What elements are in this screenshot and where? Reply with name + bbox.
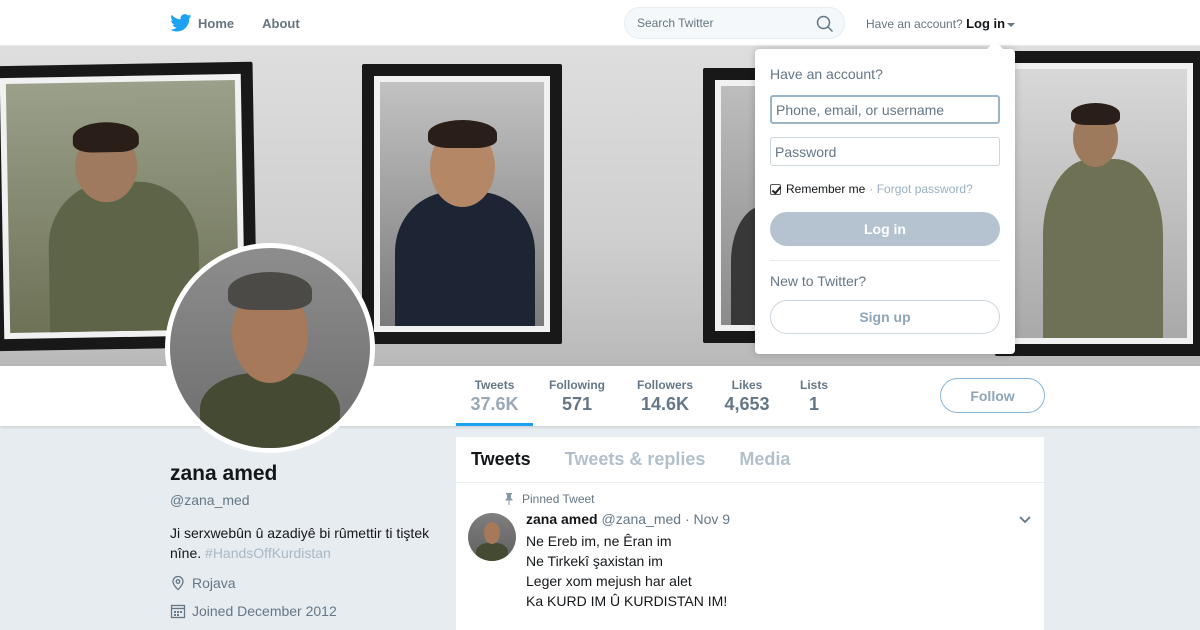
nav-home-link[interactable]: Home (170, 14, 234, 32)
stat-following[interactable]: Following 571 (543, 366, 611, 426)
login-prompt: Have an account? Log in (866, 16, 1016, 31)
login-dropdown-toggle[interactable]: Log in (966, 16, 1016, 31)
tweet-line: Leger xom mejush har alet (526, 573, 692, 589)
avatar-figure-hair (228, 272, 312, 310)
avatar-figure-body (200, 373, 340, 448)
caret-down-icon (1007, 22, 1016, 27)
search-icon[interactable] (816, 15, 834, 33)
tweet-timestamp[interactable]: · Nov 9 (685, 511, 730, 527)
nav-about-link[interactable]: About (262, 16, 300, 31)
profile-joined: Joined December 2012 (170, 603, 440, 619)
stat-tweets[interactable]: Tweets 37.6K (456, 366, 533, 426)
follow-button[interactable]: Follow (940, 378, 1045, 413)
tweet-line: Ne Ereb im, ne Êran im (526, 533, 672, 549)
photo-frame-2 (362, 64, 562, 344)
top-navigation-bar: Home About Have an account? Log in (0, 0, 1200, 46)
profile-avatar[interactable] (165, 243, 375, 453)
have-account-text: Have an account? (866, 17, 963, 31)
tweet-author-handle[interactable]: @zana_med (601, 511, 681, 527)
profile-handle[interactable]: @zana_med (170, 492, 440, 508)
search-input[interactable] (637, 15, 807, 31)
stat-followers-value: 14.6K (640, 394, 690, 414)
stat-likes-label: Likes (731, 378, 763, 392)
pinned-indicator: Pinned Tweet (504, 492, 595, 506)
dropdown-title: Have an account? (770, 66, 883, 82)
remember-me-label[interactable]: Remember me (786, 182, 865, 196)
remember-me-checkbox[interactable] (770, 183, 781, 195)
stat-likes-value: 4,653 (724, 394, 770, 414)
timeline-tabs: Tweets Tweets & replies Media (456, 437, 1044, 483)
chevron-down-icon[interactable] (1018, 515, 1032, 525)
nav-left: Home About (170, 0, 300, 46)
profile-joined-text: Joined December 2012 (192, 603, 337, 619)
nav-home-label: Home (198, 15, 235, 31)
tweet-text: Ne Ereb im, ne Êran im Ne Tirkekî şaxist… (526, 531, 727, 611)
tweet-author-name[interactable]: zana amed (526, 511, 598, 527)
twitter-bird-icon (170, 14, 192, 32)
photo-frame-4 (995, 51, 1200, 356)
stat-tweets-label: Tweets (474, 378, 515, 392)
tweet-header: zana amed @zana_med · Nov 9 (526, 511, 730, 527)
login-dropdown: Have an account? Remember me · Forgot pa… (755, 41, 1015, 354)
tab-tweets-and-replies[interactable]: Tweets & replies (565, 449, 706, 470)
profile-location: Rojava (170, 575, 440, 591)
tweet-line: Ka KURD IM Û KURDISTAN IM! (526, 593, 728, 609)
pinned-label: Pinned Tweet (522, 492, 595, 506)
pin-icon (505, 493, 513, 505)
tab-tweets[interactable]: Tweets (471, 449, 531, 470)
login-link-label: Log in (966, 16, 1006, 31)
tab-media[interactable]: Media (739, 449, 790, 470)
stat-likes[interactable]: Likes 4,653 (718, 366, 776, 426)
stat-followers-label: Followers (636, 378, 693, 392)
stat-tweets-value: 37.6K (470, 394, 519, 414)
stat-following-value: 571 (561, 394, 593, 414)
calendar-icon (170, 604, 186, 619)
stat-lists-value: 1 (808, 394, 819, 414)
stat-lists-label: Lists (799, 378, 828, 392)
profile-bio: Ji serxwebûn û azadiyê bi rûmettir ti ti… (170, 523, 440, 563)
location-pin-icon (172, 575, 184, 591)
avatar-image (170, 248, 370, 448)
profile-card: zana amed @zana_med Ji serxwebûn û azadi… (170, 462, 440, 619)
profile-location-text: Rojava (192, 575, 236, 591)
tweet-author-avatar[interactable] (468, 513, 516, 561)
stat-following-label: Following (549, 378, 605, 392)
new-to-twitter-text: New to Twitter? (770, 273, 867, 289)
log-in-button[interactable]: Log in (770, 212, 1000, 246)
profile-name[interactable]: zana amed (170, 462, 440, 486)
password-field[interactable] (770, 137, 1000, 166)
pinned-tweet[interactable]: Pinned Tweet zana amed @zana_med · Nov 9… (456, 483, 1044, 630)
bio-hashtag-link[interactable]: #HandsOffKurdistan (205, 545, 331, 561)
stat-lists[interactable]: Lists 1 (794, 366, 834, 426)
remember-me-row: Remember me · Forgot password? (770, 182, 973, 196)
username-field[interactable] (770, 95, 1000, 124)
forgot-password-link[interactable]: · Forgot password? (869, 182, 972, 196)
stat-followers[interactable]: Followers 14.6K (630, 366, 700, 426)
search-box[interactable] (624, 7, 845, 39)
tweet-line: Ne Tirkekî şaxistan im (526, 553, 663, 569)
dropdown-divider (770, 260, 1000, 261)
timeline: Tweets Tweets & replies Media Pinned Twe… (456, 437, 1044, 630)
sign-up-button[interactable]: Sign up (770, 300, 1000, 334)
